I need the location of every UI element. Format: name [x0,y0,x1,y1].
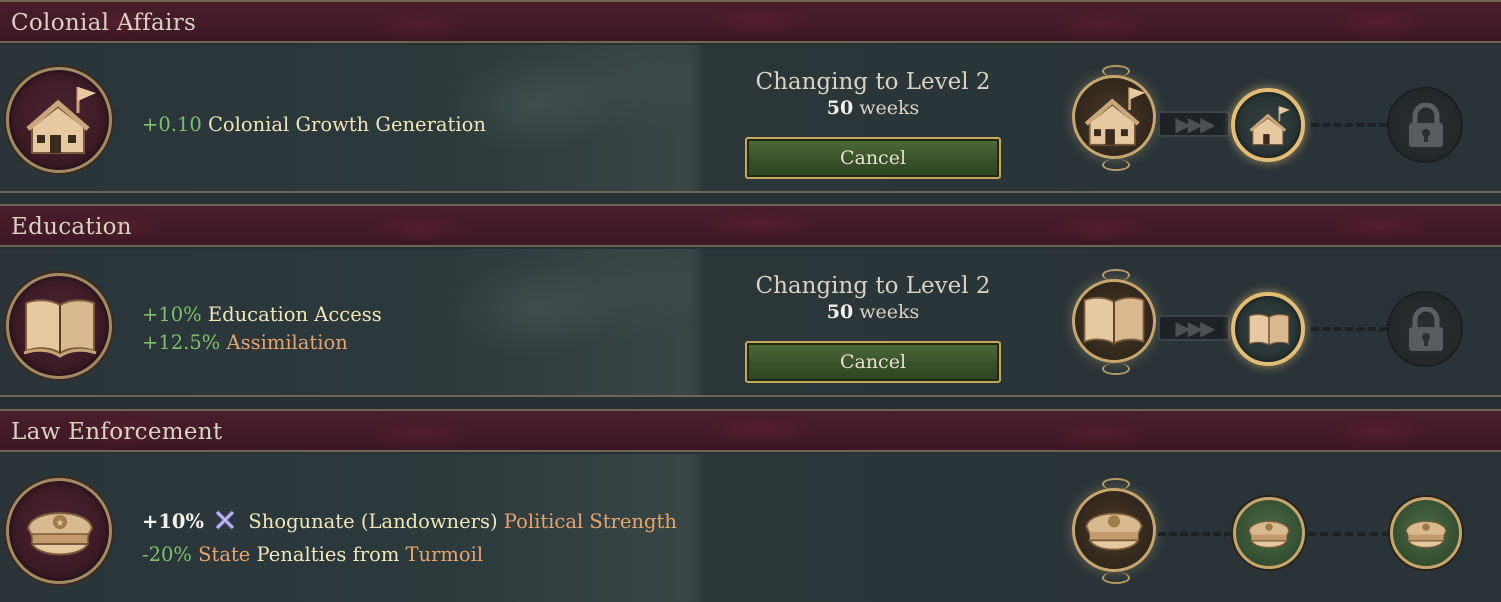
changing-label: Changing to Level 2 [755,273,991,299]
law-enforcement-header: Law Enforcement [0,409,1501,452]
police-cap-icon [1405,520,1447,549]
lock-icon [1409,307,1443,351]
lock-icon [1409,103,1443,147]
law-enforcement-panel: ★ +10% Shogunate (Landowners) Political … [0,454,1501,602]
house-flag-icon [1084,87,1146,146]
house-flag-icon [6,67,112,173]
cancel-button[interactable]: Cancel [745,137,1001,179]
level-connector [1158,532,1232,536]
level-change-status: Changing to Level 2 50 weeks [745,67,1001,119]
level-1-current-button[interactable] [1072,267,1156,375]
open-book-icon [1248,313,1290,347]
modifier-list: +10% Shogunate (Landowners) Political St… [142,505,677,571]
level-connector [1308,532,1390,536]
progress-arrows-icon: ▶▶▶ [1158,111,1230,137]
changing-label: Changing to Level 2 [755,69,991,95]
modifier-line[interactable]: +0.10 Colonial Growth Generation [142,111,486,139]
modifier-line[interactable]: +10% Education Access [142,301,382,329]
modifier-line[interactable]: +12.5% Assimilation [142,329,382,357]
section-title: Law Enforcement [11,419,223,445]
level-2-next-button[interactable] [1231,88,1305,162]
colonial-affairs-panel: +0.10 Colonial Growth Generation Changin… [0,45,1501,193]
svg-text:★: ★ [56,518,65,529]
level-1-current-button[interactable] [1072,476,1156,584]
modifier-line[interactable]: +10% Shogunate (Landowners) Political St… [142,505,677,538]
modifier-line[interactable]: -20% State Penalties from Turmoil [142,538,677,571]
level-connector [1311,123,1387,127]
modifier-list: +10% Education Access +12.5% Assimilatio… [142,301,382,357]
level-connector [1311,327,1387,331]
modifier-list: +0.10 Colonial Growth Generation [142,111,486,139]
education-header: Education [0,204,1501,247]
progress-arrows-icon: ▶▶▶ [1158,315,1230,341]
open-book-icon [1083,296,1145,346]
duration-label: 50 weeks [826,301,920,323]
police-cap-icon [1248,520,1290,549]
duration-label: 50 weeks [826,97,920,119]
level-1-current-button[interactable] [1072,63,1156,171]
level-3-locked-button[interactable] [1387,87,1463,163]
shogunate-icon [215,510,235,530]
section-title: Education [11,214,132,240]
level-change-status: Changing to Level 2 50 weeks [745,271,1001,323]
open-book-icon [6,273,112,379]
colonial-affairs-header: Colonial Affairs [0,0,1501,43]
education-panel: +10% Education Access +12.5% Assimilatio… [0,249,1501,397]
level-3-button[interactable] [1390,497,1462,569]
house-flag-icon [1249,106,1290,146]
level-2-button[interactable] [1233,497,1305,569]
section-title: Colonial Affairs [11,10,197,36]
level-2-next-button[interactable] [1231,292,1305,366]
police-cap-icon [1085,512,1143,551]
level-3-locked-button[interactable] [1387,291,1463,367]
cancel-button[interactable]: Cancel [745,341,1001,383]
police-cap-icon: ★ [6,478,112,584]
panel-background [330,249,700,395]
